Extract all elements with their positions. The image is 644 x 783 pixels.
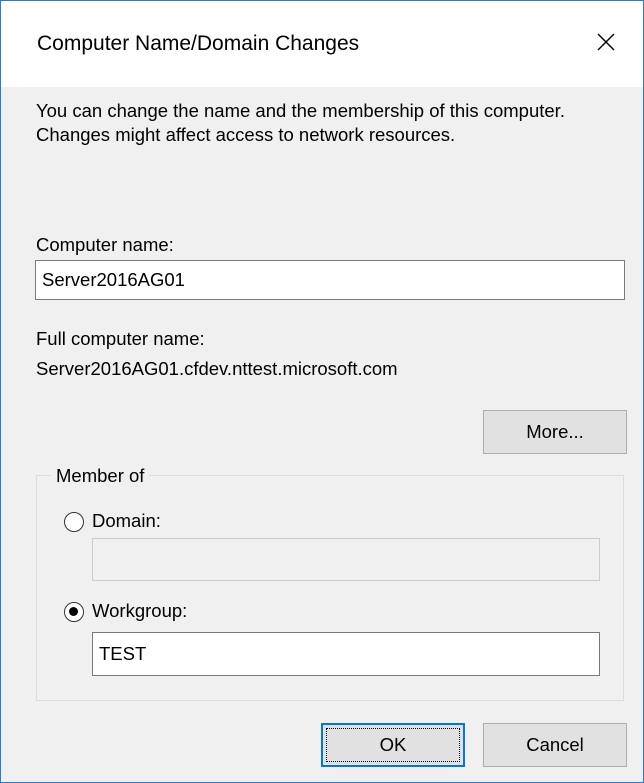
computer-name-label: Computer name: (36, 234, 174, 255)
full-computer-name-label: Full computer name: (36, 328, 205, 349)
more-button[interactable]: More... (483, 410, 627, 454)
ok-button[interactable]: OK (321, 723, 465, 767)
domain-input[interactable] (92, 538, 600, 581)
description-text: You can change the name and the membersh… (36, 100, 565, 145)
cancel-button[interactable]: Cancel (483, 723, 627, 767)
dialog-title: Computer Name/Domain Changes (37, 32, 360, 55)
domain-radio[interactable] (64, 512, 84, 532)
dialog-window: Computer Name/Domain Changes You can cha… (0, 0, 644, 783)
close-icon (597, 33, 615, 51)
focus-rectangle (326, 728, 460, 762)
workgroup-input[interactable] (92, 632, 600, 676)
workgroup-radio[interactable] (64, 602, 84, 622)
workgroup-label: Workgroup: (92, 600, 188, 621)
full-computer-name-value: Server2016AG01.cfdev.nttest.microsoft.co… (36, 358, 398, 379)
member-of-label: Member of (51, 465, 150, 487)
computer-name-input[interactable] (35, 260, 625, 300)
radio-selected-dot (69, 607, 78, 616)
close-button[interactable] (589, 25, 623, 59)
domain-label: Domain: (92, 510, 161, 531)
title-bar: Computer Name/Domain Changes (1, 1, 643, 87)
